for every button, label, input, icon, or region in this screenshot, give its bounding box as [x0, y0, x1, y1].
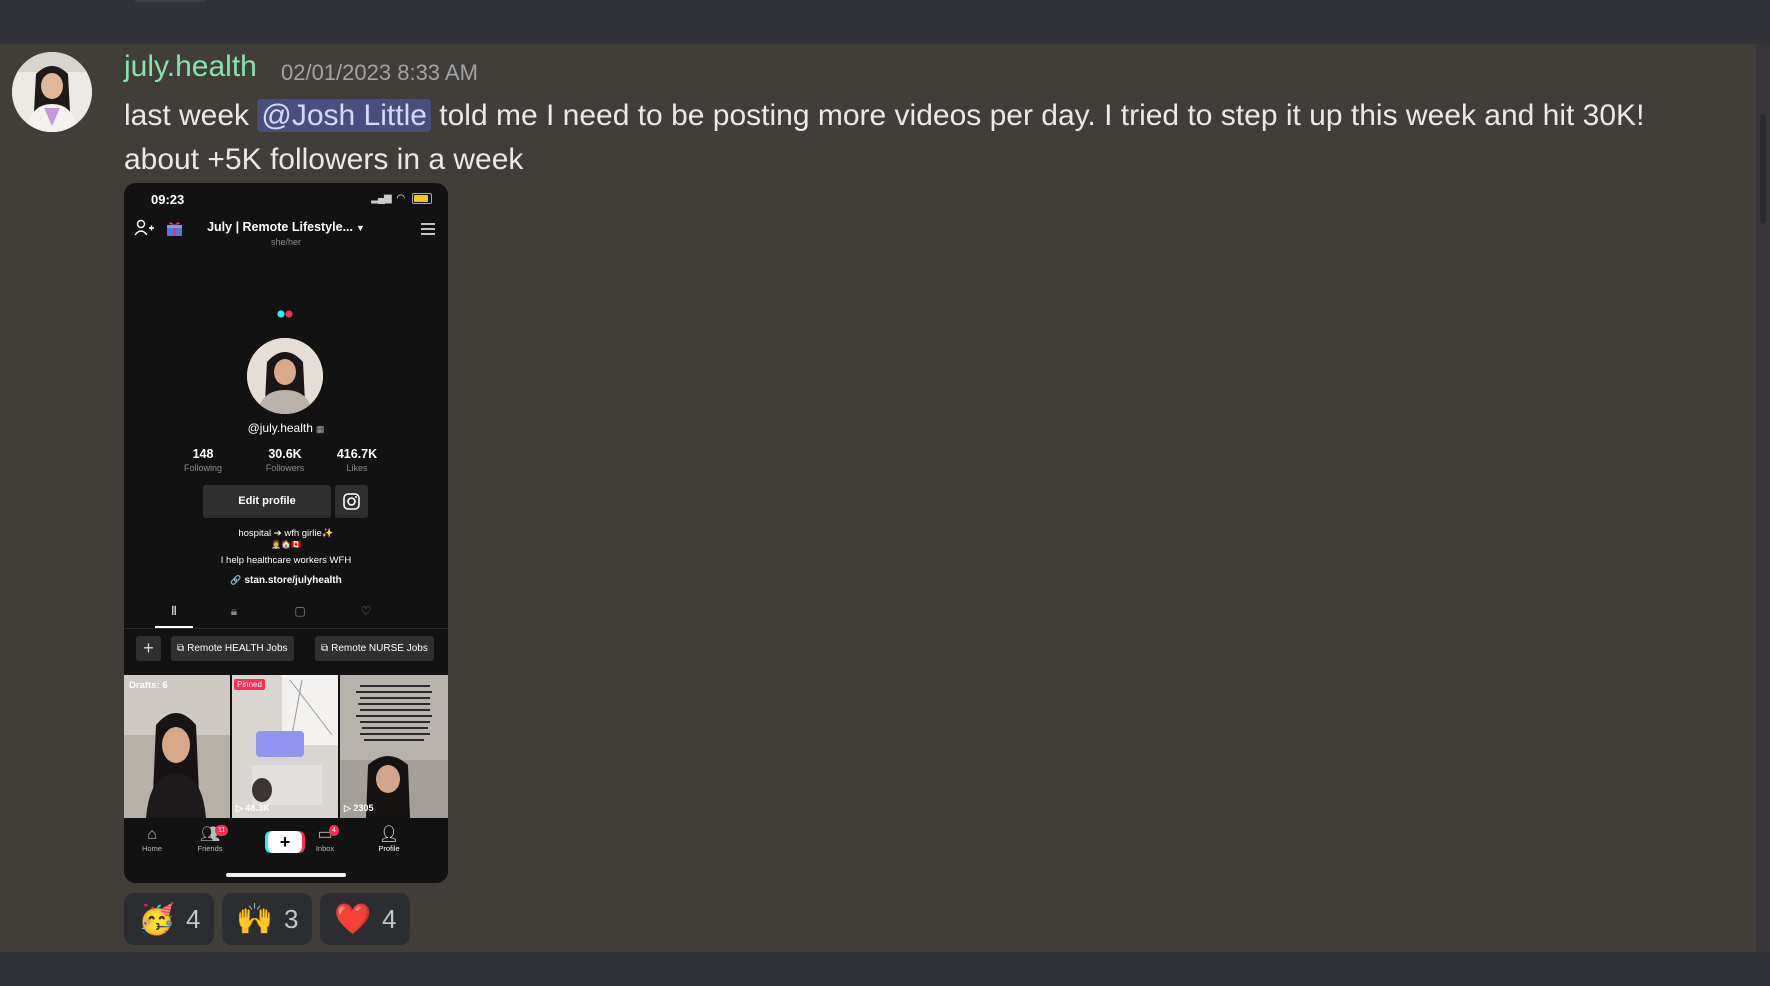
videos-tab-icon: ⦀	[171, 604, 177, 618]
reposts-tab-icon: ▢	[294, 604, 306, 618]
reaction-heart[interactable]: ❤️ 4	[320, 893, 410, 945]
link-icon: 🔗	[230, 575, 242, 585]
view-count-text: 2305	[353, 803, 374, 813]
image-attachment[interactable]: 09:23 ▂▄▆ ◠ July | Remote Lifestyle... ▼ …	[124, 183, 448, 883]
bio-line-1: hospital ➔ wfh girlie✨	[238, 528, 334, 539]
profile-handle-text: @july.health	[247, 421, 313, 435]
playlist-health: ⧉ Remote HEALTH Jobs	[171, 636, 294, 661]
liked-tab-icon: ♡	[360, 604, 372, 618]
partying-face-icon: 🥳	[138, 901, 176, 937]
menu-icon	[420, 222, 436, 241]
reaction-count: 4	[186, 903, 201, 934]
nav-inbox: ▭ Inbox 4	[300, 824, 350, 853]
bottom-strip	[0, 952, 1770, 986]
nav-profile: 👤︎ Profile	[364, 824, 414, 853]
thumbnail-image	[340, 675, 448, 818]
qr-code-icon: ▦	[315, 424, 325, 434]
instagram-button	[335, 485, 368, 518]
wifi-icon: ◠	[396, 193, 406, 205]
play-icon: ▷	[236, 803, 246, 813]
tiktok-dots-icon	[277, 305, 295, 323]
author-avatar[interactable]	[12, 52, 92, 132]
home-icon: ⌂	[147, 826, 157, 843]
view-count-text: 48.3K	[245, 803, 270, 813]
nav-home: ⌂ Home	[127, 824, 177, 853]
inbox-badge: 4	[329, 825, 339, 836]
friends-icon: 👥︎	[199, 826, 221, 843]
profile-icon: 👤︎	[378, 826, 400, 843]
heart-icon: ❤️	[334, 901, 372, 937]
playlist-label: Remote NURSE Jobs	[331, 643, 428, 654]
profile-picture	[247, 338, 323, 414]
playlist-icon: ⧉	[321, 643, 329, 654]
bio-line-2: 👩‍⚕️🏠🇨🇦	[271, 540, 301, 549]
play-icon: ▷	[344, 803, 354, 813]
playlist-nurse: ⧉ Remote NURSE Jobs	[315, 636, 434, 661]
battery-icon	[412, 193, 432, 204]
top-strip	[0, 0, 1770, 44]
bio-link: 🔗 stan.store/julyhealth	[124, 575, 448, 586]
raising-hands-icon: 🙌	[236, 901, 274, 937]
message-text-before: last week	[124, 99, 258, 132]
reaction-count: 4	[382, 903, 397, 934]
reaction-count: 3	[284, 903, 299, 934]
view-count: ▷ 2305	[344, 803, 373, 814]
nav-label: Inbox	[315, 844, 335, 853]
status-icons: ▂▄▆ ◠	[371, 193, 432, 204]
edit-profile-button: Edit profile	[203, 485, 331, 518]
instagram-icon	[343, 493, 360, 510]
stat-likes: 416.7K Likes	[322, 447, 392, 473]
video-thumbnail-3: ▷ 2305	[340, 675, 448, 818]
stat-label: Followers	[265, 463, 305, 473]
reaction-partying-face[interactable]: 🥳 4	[124, 893, 214, 945]
reaction-raising-hands[interactable]: 🙌 3	[222, 893, 312, 945]
stat-followers: 30.6K Followers	[250, 447, 320, 473]
view-count: ▷ 48.3K	[236, 803, 269, 814]
stat-value: 416.7K	[336, 447, 378, 461]
message-timestamp[interactable]: 02/01/2023 8:33 AM	[281, 60, 478, 86]
avatar-image	[12, 52, 92, 132]
bio-line-3: I help healthcare workers WFH	[220, 555, 352, 566]
stat-value: 148	[192, 447, 214, 461]
signal-icon: ▂▄▆	[371, 193, 391, 205]
private-tab-icon: 🔒︎	[230, 604, 238, 618]
previous-message-stub	[135, 0, 205, 2]
profile-title-text: July | Remote Lifestyle...	[207, 220, 353, 234]
nav-label: Profile	[378, 844, 400, 853]
status-time: 09:23	[151, 192, 185, 207]
stat-label: Likes	[346, 463, 368, 473]
home-indicator	[226, 873, 346, 877]
stat-value: 30.6K	[268, 447, 302, 461]
create-video-icon: +	[268, 831, 302, 853]
playlist-label: Remote HEALTH Jobs	[187, 643, 288, 654]
friends-badge: 11	[215, 825, 229, 836]
thumbnail-image	[232, 675, 338, 818]
inbox-icon: ▭	[317, 826, 333, 843]
user-mention[interactable]: @Josh Little	[257, 99, 431, 132]
chevron-down-icon: ▼	[355, 223, 365, 233]
pinned-badge: Pinned	[234, 679, 265, 690]
profile-handle: @july.health ▦	[124, 421, 448, 435]
scrollbar[interactable]	[1756, 44, 1770, 952]
playlist-icon: ⧉	[177, 643, 185, 654]
tab-divider	[124, 628, 448, 629]
nav-friends: 👥︎ Friends 11	[185, 824, 235, 853]
video-thumbnail-drafts: Drafts: 6	[124, 675, 230, 818]
pronouns: she/her	[270, 237, 302, 247]
stat-label: Following	[183, 463, 223, 473]
add-playlist-button: +	[136, 636, 161, 661]
scrollbar-thumb[interactable]	[1760, 114, 1766, 224]
stat-following: 148 Following	[168, 447, 238, 473]
message-text: last week @Josh Little told me I need to…	[124, 94, 1684, 182]
thumbnail-image	[124, 675, 230, 818]
bio-link-text: stan.store/julyhealth	[244, 575, 342, 586]
profile-title: July | Remote Lifestyle... ▼	[124, 220, 448, 234]
nav-label: Home	[141, 844, 162, 853]
author-username[interactable]: july.health	[124, 50, 257, 84]
nav-label: Friends	[197, 844, 223, 853]
drafts-label: Drafts: 6	[129, 680, 168, 691]
video-thumbnail-pinned: Pinned ▷ 48.3K	[232, 675, 338, 818]
